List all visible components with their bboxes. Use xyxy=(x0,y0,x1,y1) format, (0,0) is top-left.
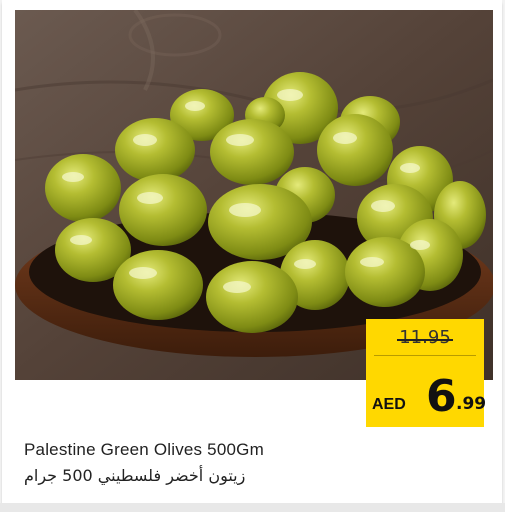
price-integer: 6 xyxy=(426,371,457,422)
bottom-bar xyxy=(0,503,505,512)
card-top-strip xyxy=(2,0,502,10)
old-price: 11.95 xyxy=(397,327,453,348)
price-currency: AED xyxy=(372,396,406,413)
price-tag: 11.95 AED 6 .99 xyxy=(366,319,487,427)
price-divider xyxy=(374,355,476,356)
product-name-arabic[interactable]: زيتون أخضر فلسطيني 500 جرام xyxy=(24,466,245,485)
price-decimal: .99 xyxy=(456,394,487,414)
product-card[interactable]: 11.95 AED 6 .99 Palestine Green Olives 5… xyxy=(2,0,502,510)
product-name-english[interactable]: Palestine Green Olives 500Gm xyxy=(24,440,264,460)
